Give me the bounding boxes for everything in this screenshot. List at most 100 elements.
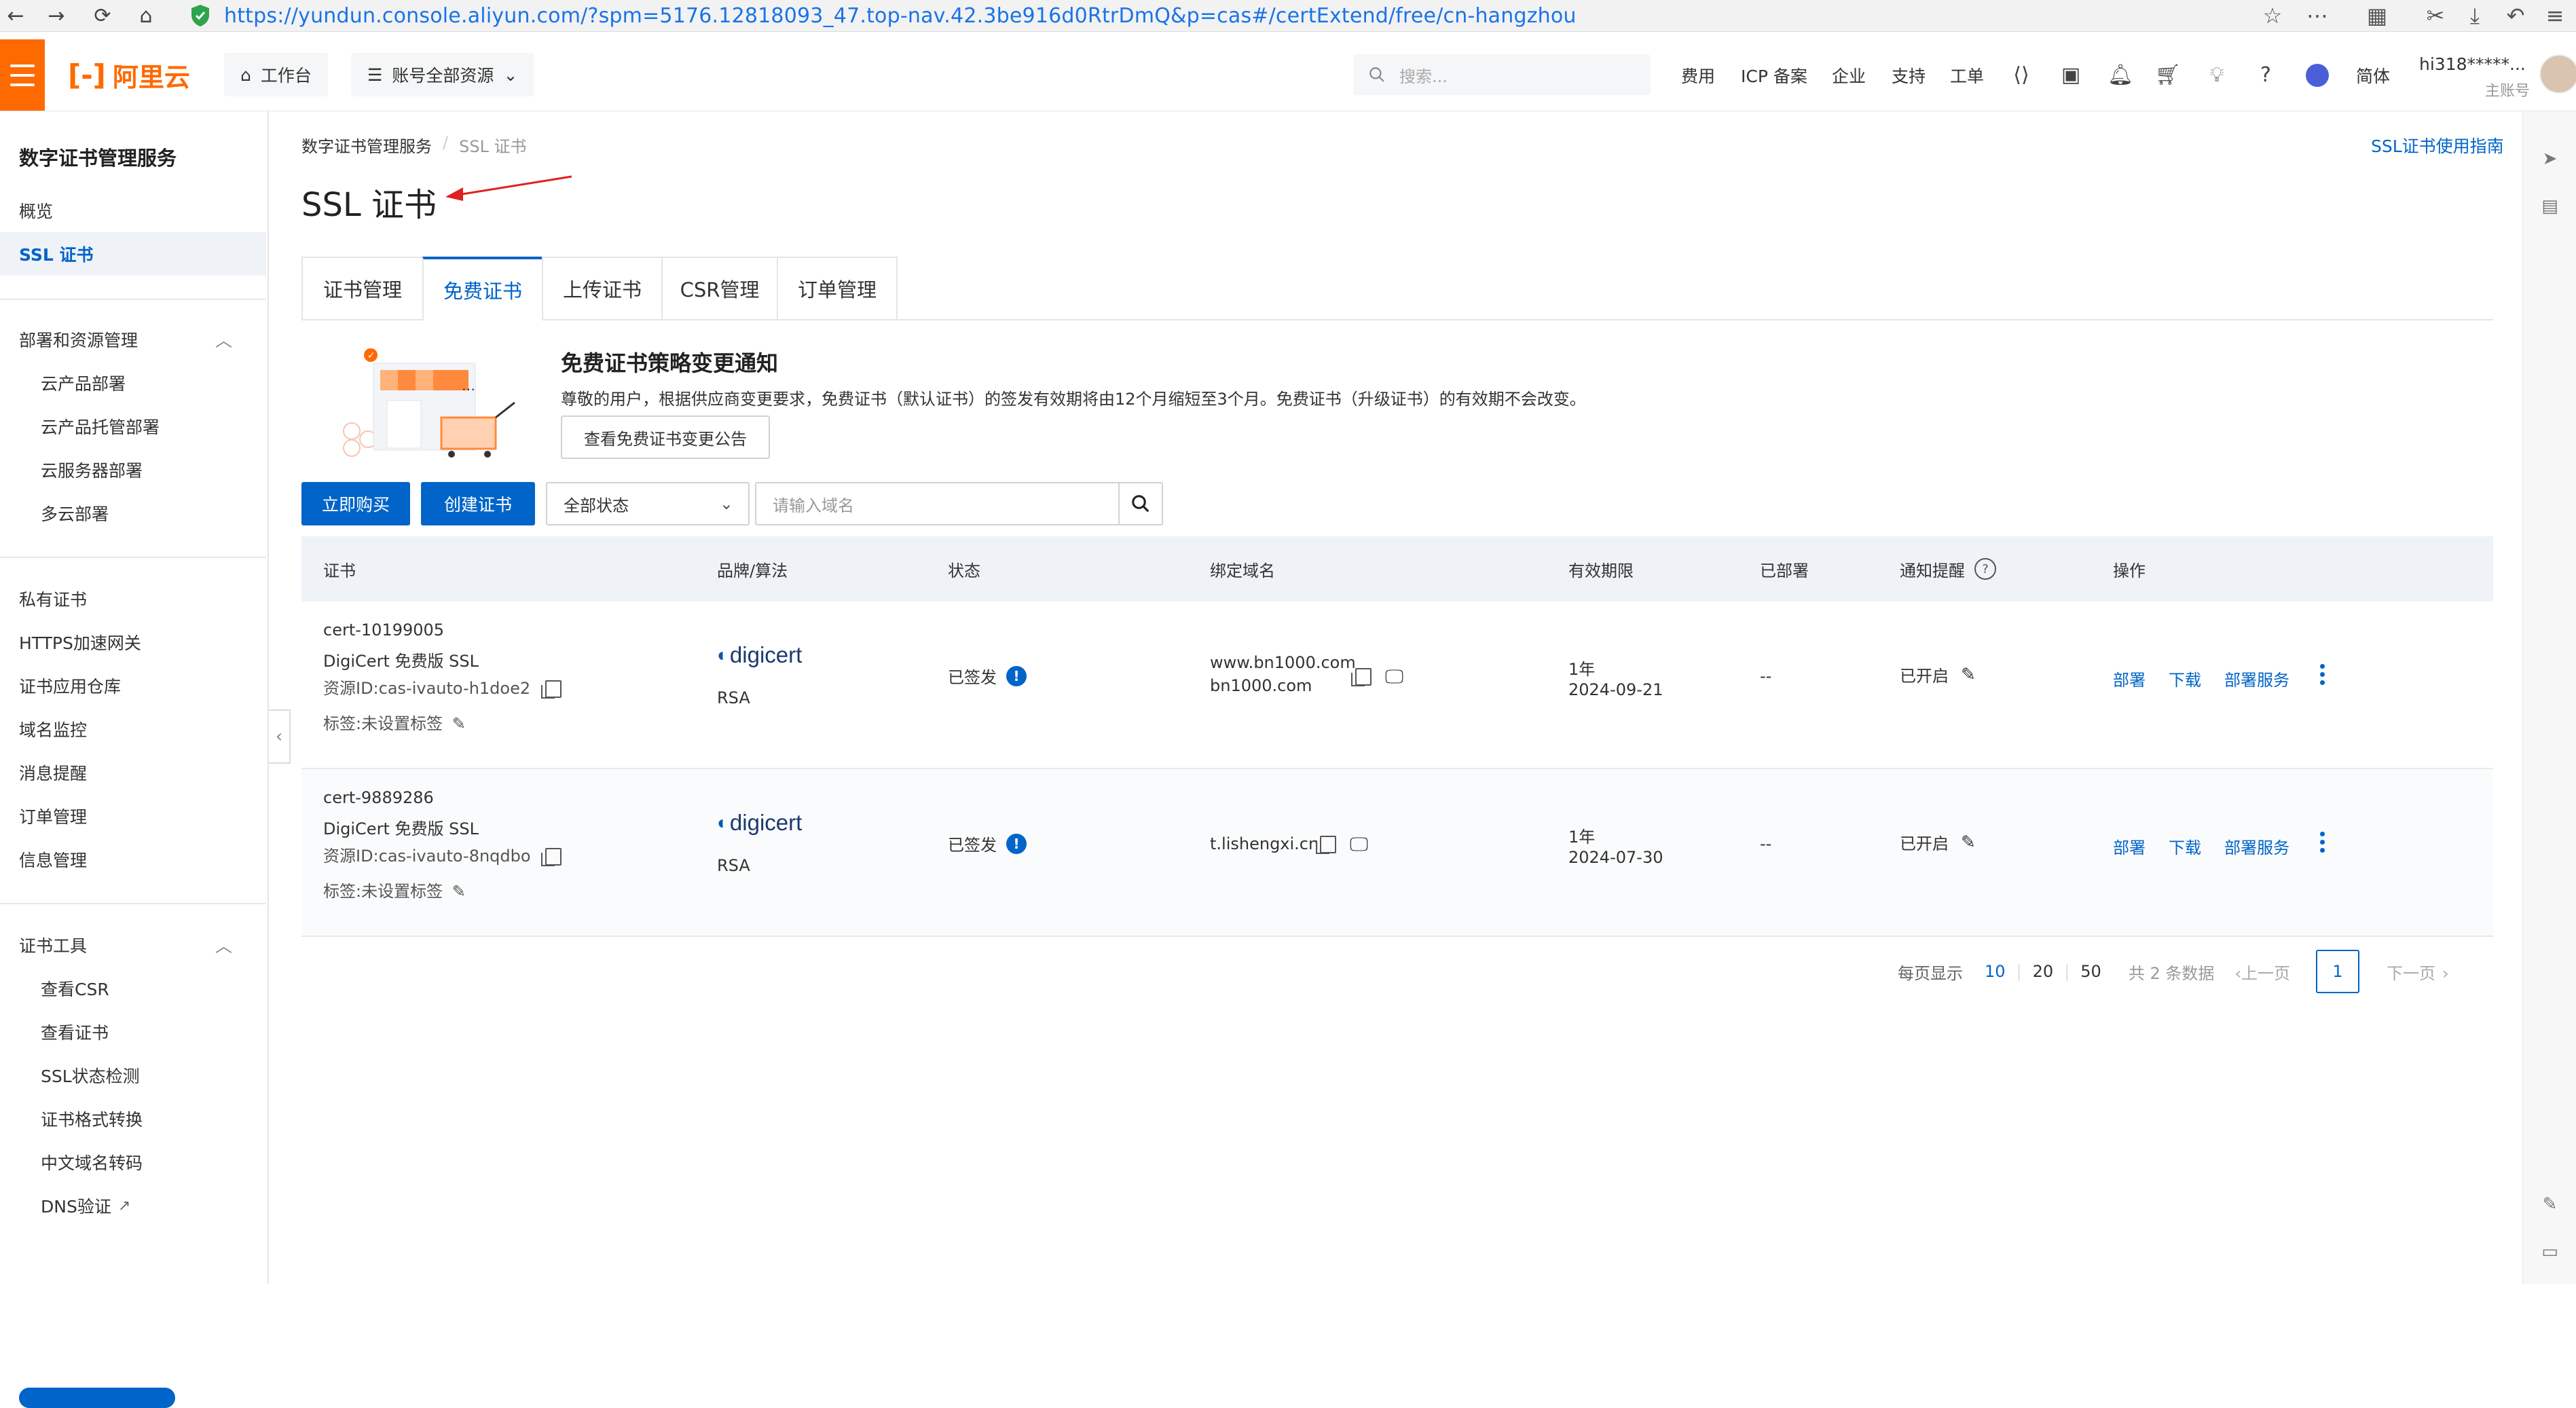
sidebar-group-tools[interactable]: 证书工具 ︿ — [0, 923, 266, 967]
sidebar-item-https-gateway[interactable]: HTTPS加速网关 — [0, 620, 266, 664]
copy-icon[interactable] — [1351, 668, 1372, 686]
sidebar-item-multicloud-deploy[interactable]: 多云部署 — [0, 492, 266, 535]
extensions-icon[interactable]: ▦ — [2360, 0, 2394, 31]
sidebar-item-ssl-check[interactable]: SSL状态检测 — [0, 1054, 266, 1097]
hamburger-menu-icon[interactable] — [0, 39, 45, 111]
resource-selector[interactable]: ☰ 账号全部资源 ⌄ — [351, 53, 534, 96]
help-icon[interactable]: ? — [1974, 558, 1996, 580]
view-notice-button[interactable]: 查看免费证书变更公告 — [561, 415, 770, 459]
edit-icon[interactable]: ✎ — [1961, 665, 1976, 685]
nav-link-enterprise[interactable]: 企业 — [1832, 39, 1866, 111]
document-icon[interactable]: ▤ — [2523, 186, 2576, 227]
sidebar-item-hosted-deploy[interactable]: 云产品托管部署 — [0, 405, 266, 448]
aliyun-logo[interactable]: [-] 阿里云 — [68, 39, 190, 111]
page-size-10[interactable]: 10 — [1985, 962, 2006, 981]
download-link[interactable]: 下载 — [2169, 667, 2201, 690]
edit-icon[interactable]: ✎ — [2523, 1184, 2576, 1225]
undo-icon[interactable]: ↶ — [2499, 0, 2533, 31]
domain-search-input[interactable]: 请输入域名 — [755, 482, 1119, 525]
sidebar-item-cloud-deploy[interactable]: 云产品部署 — [0, 361, 266, 405]
edit-icon[interactable]: ✎ — [1961, 832, 1976, 853]
copy-icon[interactable] — [541, 848, 562, 866]
sidebar-item-cert-repo[interactable]: 证书应用仓库 — [0, 664, 266, 707]
page-1-button[interactable]: 1 — [2315, 950, 2359, 993]
forward-icon[interactable]: → — [41, 0, 72, 31]
search-button[interactable] — [1118, 482, 1163, 525]
tab-order-management[interactable]: 订单管理 — [777, 257, 898, 319]
cart-icon[interactable]: 🛒︎ — [2151, 39, 2185, 111]
tab-csr-management[interactable]: CSR管理 — [661, 257, 778, 319]
nav-link-cost[interactable]: 费用 — [1681, 39, 1715, 111]
language-switch[interactable]: 简体 — [2356, 39, 2390, 111]
cursor-icon[interactable]: ➤ — [2523, 138, 2576, 179]
buy-now-button[interactable]: 立即购买 — [301, 482, 410, 525]
sidebar-item-notifications[interactable]: 消息提醒 — [0, 751, 266, 794]
sidebar-item-orders[interactable]: 订单管理 — [0, 794, 266, 838]
next-page-button[interactable]: 下一页 › — [2387, 960, 2449, 984]
sidebar-item-view-csr[interactable]: 查看CSR — [0, 967, 266, 1010]
ai-assistant-icon[interactable] — [2300, 39, 2334, 111]
avatar[interactable] — [2539, 54, 2576, 94]
page-size-20[interactable]: 20 — [2033, 962, 2054, 981]
reload-icon[interactable]: ⟳ — [87, 0, 118, 31]
nav-link-support[interactable]: 支持 — [1892, 39, 1926, 111]
sidebar-item-format-convert[interactable]: 证书格式转换 — [0, 1097, 266, 1141]
ssl-guide-link[interactable]: SSL证书使用指南 — [2371, 133, 2504, 158]
tab-cert-management[interactable]: 证书管理 — [301, 257, 424, 319]
sidebar-item-idn-convert[interactable]: 中文域名转码 — [0, 1141, 266, 1184]
sidebar-collapse-icon[interactable]: ‹ — [269, 709, 291, 764]
code-icon[interactable]: ⟨⟩ — [2004, 39, 2038, 111]
prev-page-button[interactable]: ‹上一页 — [2234, 960, 2290, 984]
monitor-icon[interactable]: 🖵︎ — [1350, 833, 1368, 856]
tab-upload-cert[interactable]: 上传证书 — [542, 257, 663, 319]
deploy-service-link[interactable]: 部署服务 — [2224, 834, 2289, 858]
sidebar-bottom-button[interactable] — [19, 1388, 175, 1408]
more-actions-icon[interactable] — [2320, 832, 2325, 853]
tab-free-cert[interactable]: 免费证书 — [422, 257, 543, 320]
deploy-service-link[interactable]: 部署服务 — [2224, 667, 2289, 690]
more-actions-icon[interactable] — [2320, 664, 2325, 685]
bell-icon[interactable]: 🔔︎ — [2103, 39, 2137, 111]
address-bar[interactable]: https://yundun.console.aliyun.com/?spm=5… — [224, 0, 1577, 31]
sidebar-item-dns-verify[interactable]: DNS验证 ↗ — [0, 1184, 266, 1227]
status-select[interactable]: 全部状态 ⌄ — [546, 482, 750, 525]
deploy-link[interactable]: 部署 — [2113, 667, 2146, 690]
user-name[interactable]: hi318*****... — [2419, 54, 2526, 74]
copy-icon[interactable] — [540, 680, 562, 699]
chat-icon[interactable]: ▭ — [2523, 1231, 2576, 1272]
download-link[interactable]: 下载 — [2169, 834, 2201, 858]
star-icon[interactable]: ☆ — [2256, 0, 2289, 31]
page-size-50[interactable]: 50 — [2080, 962, 2101, 981]
sidebar-item-ssl[interactable]: SSL 证书 — [0, 232, 266, 276]
copy-icon[interactable] — [1316, 836, 1336, 854]
workbench-button[interactable]: ⌂ 工作台 — [224, 53, 328, 96]
download-icon[interactable]: ⤓ — [2458, 0, 2492, 31]
menu-icon[interactable]: ≡ — [2538, 0, 2572, 31]
sidebar-item-domain-monitor[interactable]: 域名监控 — [0, 707, 266, 751]
sidebar-group-deploy[interactable]: 部署和资源管理 ︿ — [0, 318, 266, 361]
edit-icon[interactable]: ✎ — [452, 882, 466, 901]
cert-tag[interactable]: 标签:未设置标签 ✎ — [323, 710, 466, 734]
sidebar-item-view-cert[interactable]: 查看证书 — [0, 1010, 266, 1054]
sidebar-item-info[interactable]: 信息管理 — [0, 838, 266, 881]
scissors-icon[interactable]: ✂ — [2418, 0, 2452, 31]
info-icon[interactable]: ! — [1006, 833, 1027, 854]
edit-icon[interactable]: ✎ — [452, 714, 466, 733]
info-icon[interactable]: ! — [1006, 665, 1027, 686]
sidebar-item-private-cert[interactable]: 私有证书 — [0, 577, 266, 620]
nav-link-ticket[interactable]: 工单 — [1950, 39, 1984, 111]
breadcrumb-root[interactable]: 数字证书管理服务 — [301, 133, 432, 157]
deploy-link[interactable]: 部署 — [2113, 834, 2146, 858]
create-cert-button[interactable]: 创建证书 — [421, 482, 535, 525]
nav-link-icp[interactable]: ICP 备案 — [1741, 39, 1807, 111]
sidebar-item-overview[interactable]: 概览 — [0, 189, 266, 232]
help-icon[interactable]: ? — [2249, 39, 2283, 111]
sidebar-item-server-deploy[interactable]: 云服务器部署 — [0, 448, 266, 492]
more-icon[interactable]: ⋯ — [2300, 0, 2334, 31]
home-icon[interactable]: ⌂ — [130, 0, 162, 31]
back-icon[interactable]: ← — [0, 0, 31, 31]
cert-tag[interactable]: 标签:未设置标签 ✎ — [323, 878, 466, 902]
terminal-icon[interactable]: ▣ — [2054, 39, 2088, 111]
global-search-input[interactable]: 搜索... — [1353, 54, 1651, 95]
lightbulb-icon[interactable]: 💡︎ — [2200, 39, 2234, 111]
